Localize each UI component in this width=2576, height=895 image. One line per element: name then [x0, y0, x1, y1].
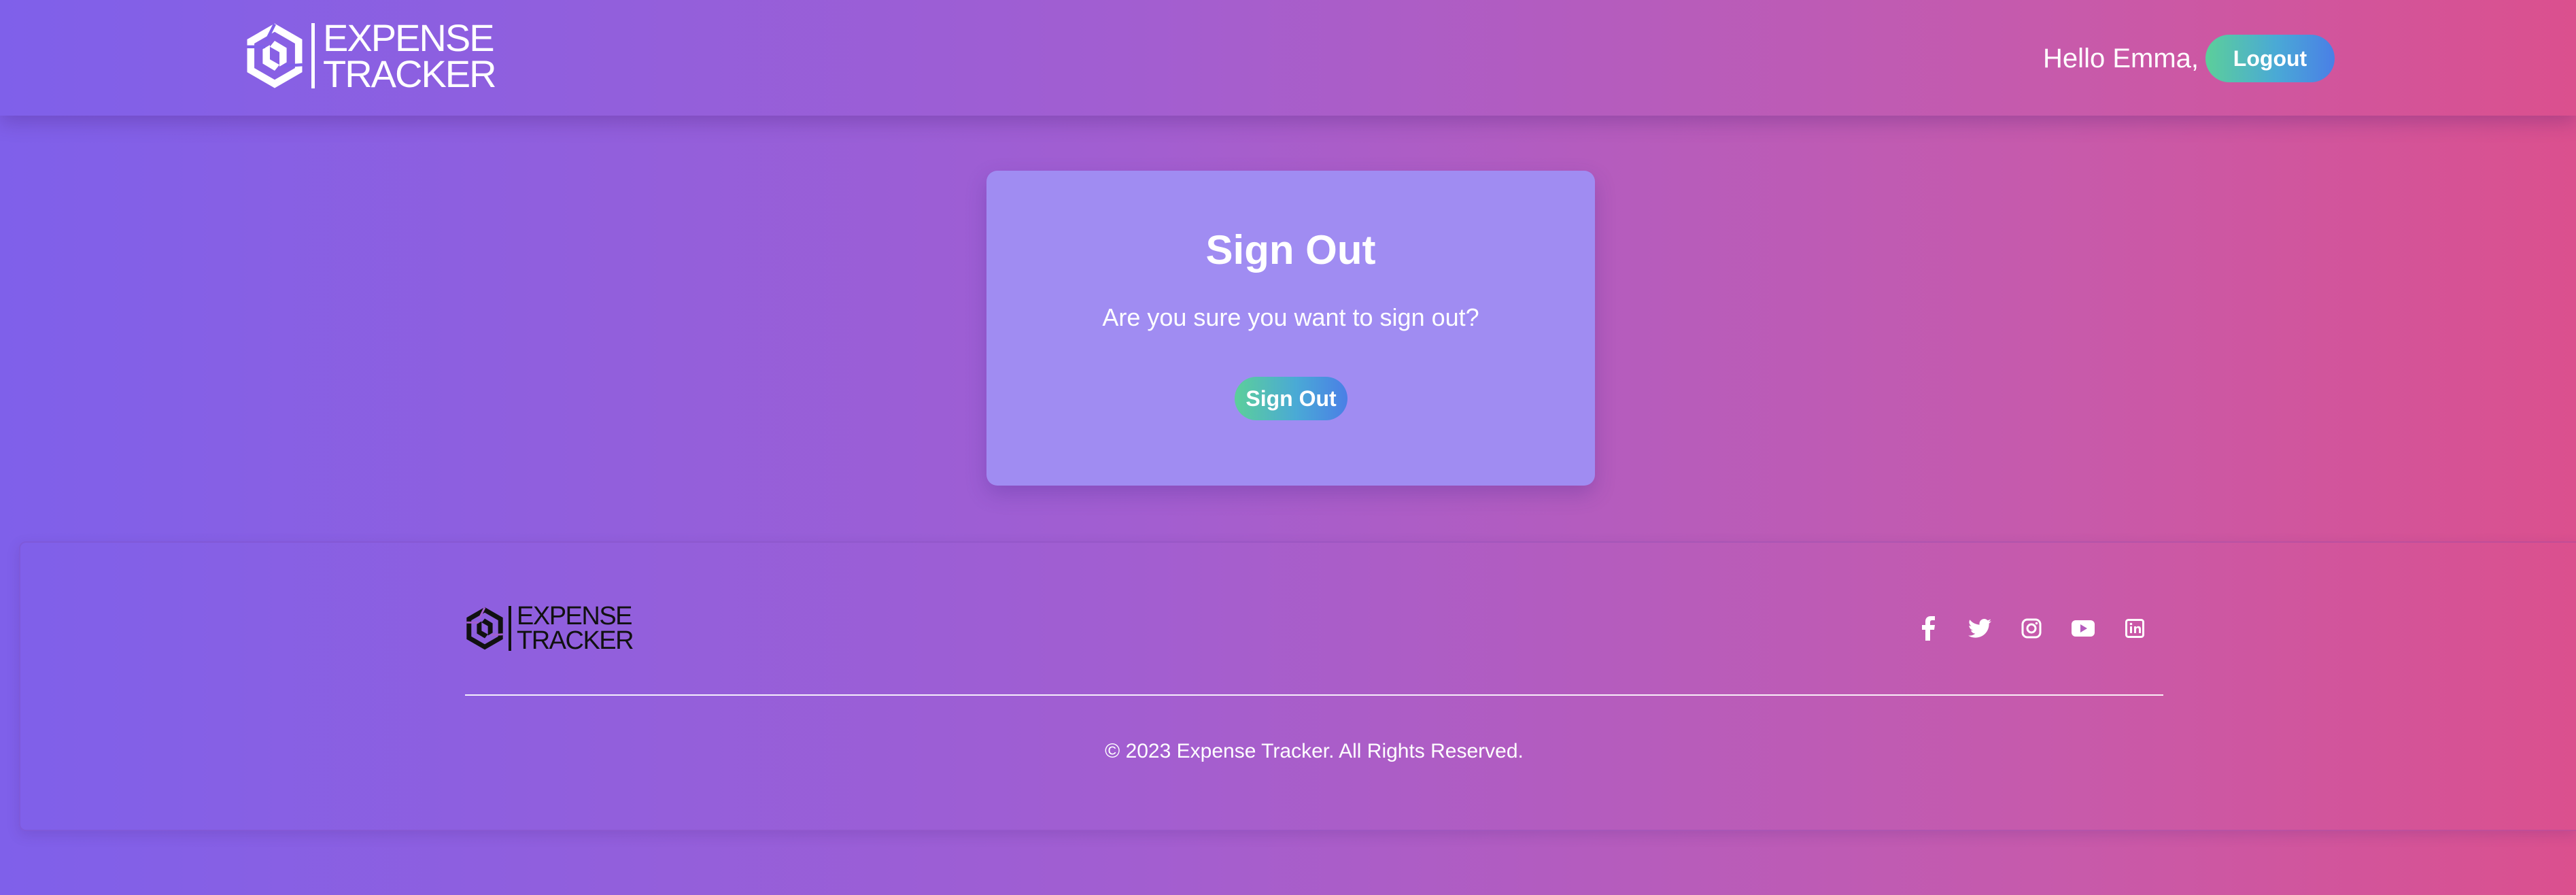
top-navbar: EXPENSE TRACKER Hello Emma, Logout: [0, 0, 2576, 116]
logo-text-line-1: EXPENSE: [323, 16, 495, 59]
logo-text-line-2: TRACKER: [323, 52, 497, 95]
logo-text: EXPENSE TRACKER: [323, 16, 497, 95]
user-area: Hello Emma, Logout: [2043, 34, 2335, 83]
footer-logo[interactable]: EXPENSE TRACKER: [465, 601, 634, 655]
footer-logo-divider: [509, 606, 511, 651]
footer-logo-text: EXPENSE TRACKER: [517, 601, 634, 655]
logout-button[interactable]: Logout: [2205, 35, 2335, 82]
footer-logo-text-line-1: EXPENSE: [517, 601, 633, 630]
social-links: [1910, 611, 2152, 646]
logo-divider: [311, 23, 315, 88]
sign-out-card: Sign Out Are you sure you want to sign o…: [986, 171, 1595, 486]
instagram-icon[interactable]: [2014, 611, 2049, 646]
user-greeting: Hello Emma,: [2043, 43, 2199, 73]
youtube-icon[interactable]: [2065, 611, 2101, 646]
twitter-icon[interactable]: [1962, 611, 1997, 646]
header-logo[interactable]: EXPENSE TRACKER: [245, 16, 497, 95]
footer-logo-text-line-2: TRACKER: [517, 626, 634, 655]
footer-divider: [465, 694, 2163, 696]
sign-out-message: Are you sure you want to sign out?: [1102, 303, 1479, 331]
copyright-text: © 2023 Expense Tracker. All Rights Reser…: [1105, 740, 1524, 762]
facebook-icon[interactable]: [1910, 611, 1946, 646]
footer: EXPENSE TRACKER © 2023 Expense Tracker. …: [19, 541, 2576, 831]
sign-out-button[interactable]: Sign Out: [1235, 377, 1347, 420]
linkedin-icon[interactable]: [2117, 611, 2152, 646]
footer-logo-mark-icon: [466, 607, 503, 650]
sign-out-title: Sign Out: [1205, 227, 1376, 273]
logo-mark-icon: [247, 23, 303, 88]
